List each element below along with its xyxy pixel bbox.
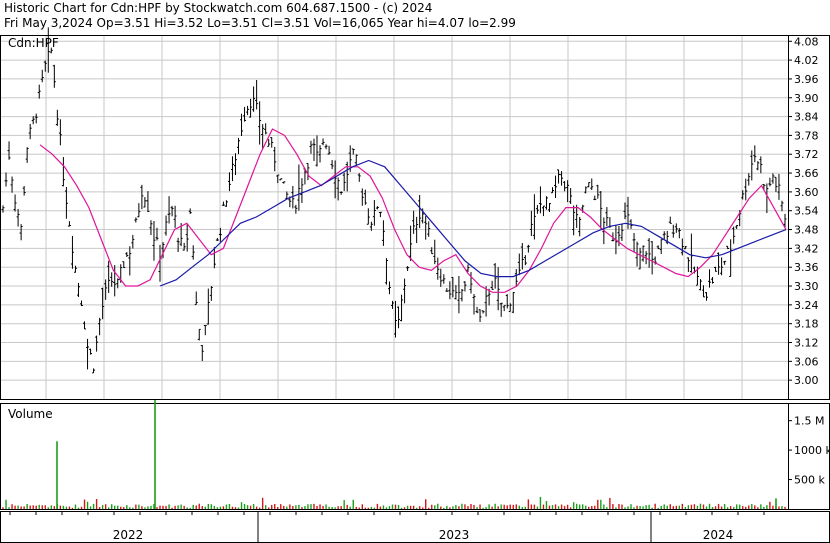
volume-frame (0, 403, 830, 510)
volume-tick-label: 500 k (794, 474, 825, 487)
price-tick-label: 3.84 (794, 111, 819, 124)
volume-title: Volume (8, 407, 53, 421)
price-tick-label: 3.06 (794, 355, 819, 368)
year-label: 2023 (439, 528, 470, 542)
year-label: 2024 (703, 528, 734, 542)
volume-tick-label: 1000 k (794, 444, 830, 457)
price-tick-label: 3.18 (794, 318, 819, 331)
date-axis: 2022 2023 2024 (0, 511, 830, 543)
year-label: 2022 (113, 528, 144, 542)
volume-axis: 1.5 M 1000 k 500 k (788, 415, 830, 487)
volume-tick-label: 1.5 M (794, 415, 824, 428)
price-panel (0, 35, 830, 400)
price-tick-label: 3.96 (794, 73, 819, 86)
price-tick-label: 3.00 (794, 374, 819, 387)
price-tick-label: 4.02 (794, 54, 819, 67)
price-tick-label: 3.60 (794, 186, 819, 199)
price-tick-label: 3.48 (794, 224, 819, 237)
price-tick-label: 3.36 (794, 261, 819, 274)
price-frame (0, 35, 830, 400)
price-tick-label: 3.54 (794, 205, 819, 218)
price-tick-label: 3.66 (794, 167, 819, 180)
price-tick-label: 3.30 (794, 280, 819, 293)
price-tick-label: 3.24 (794, 299, 819, 312)
price-tick-label: 4.08 (794, 35, 819, 48)
price-tick-label: 3.12 (794, 337, 819, 350)
price-tick-label: 3.78 (794, 129, 819, 142)
stock-chart: 4.08 4.02 3.96 3.90 3.84 3.78 3.72 3.66 3.60 3.54… (0, 27, 830, 543)
price-tick-label: 3.90 (794, 92, 819, 105)
price-tick-label: 3.72 (794, 148, 819, 161)
volume-panel (0, 403, 830, 510)
price-tick-label: 3.42 (794, 242, 819, 255)
chart-title: Cdn:HPF (8, 36, 59, 50)
